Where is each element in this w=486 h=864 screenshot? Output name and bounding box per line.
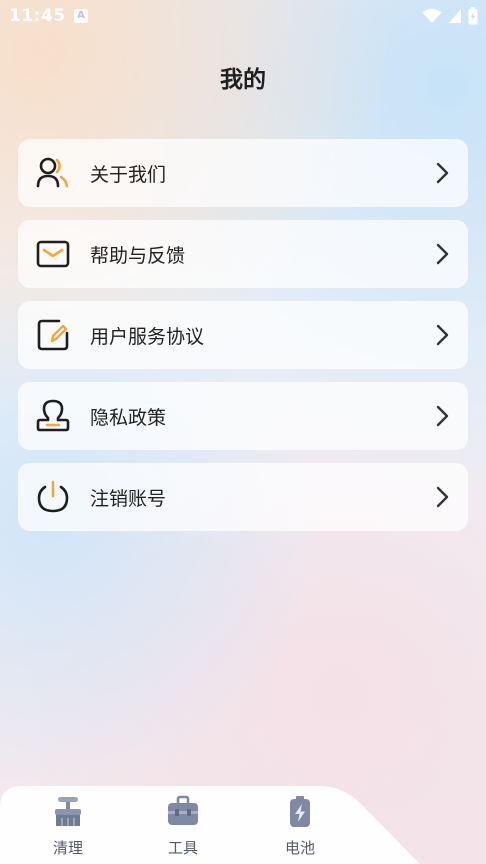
chevron-right-icon <box>436 486 449 508</box>
person-stamp-icon <box>35 398 71 434</box>
menu-item-about-us[interactable]: 关于我们 <box>18 139 468 207</box>
toolbox-icon <box>168 795 198 825</box>
battery-bolt-icon <box>290 796 310 827</box>
menu-item-label: 注销账号 <box>90 487 167 510</box>
nav-label: 清理 <box>52 839 83 857</box>
people-icon <box>35 155 71 191</box>
signal-icon <box>449 9 461 23</box>
status-bar: 11:45 A <box>0 0 486 34</box>
nav-item-tools[interactable]: 工具 <box>148 794 218 858</box>
status-icons <box>422 7 478 25</box>
power-icon <box>35 479 71 515</box>
wifi-icon <box>422 8 442 23</box>
menu-item-label: 关于我们 <box>90 163 167 186</box>
settings-menu: 关于我们 帮助与反馈 用户服务协议 隐私政策 注销账号 <box>18 139 468 544</box>
battery-icon <box>468 7 478 25</box>
menu-item-label: 隐私政策 <box>90 406 167 429</box>
document-edit-icon <box>35 317 71 353</box>
page-title: 我的 <box>220 67 266 93</box>
chevron-right-icon <box>436 405 449 427</box>
broom-icon <box>55 797 81 826</box>
menu-item-user-agreement[interactable]: 用户服务协议 <box>18 301 468 369</box>
bottom-nav: 清理 工具 电池 <box>0 786 486 864</box>
envelope-icon <box>35 236 71 272</box>
menu-item-delete-account[interactable]: 注销账号 <box>18 463 468 531</box>
nav-label: 工具 <box>167 839 198 857</box>
nav-item-battery[interactable]: 电池 <box>265 794 335 858</box>
chevron-right-icon <box>436 324 449 346</box>
chevron-right-icon <box>436 162 449 184</box>
menu-item-label: 用户服务协议 <box>90 325 205 348</box>
status-time: 11:45 <box>9 6 66 26</box>
nav-item-clean[interactable]: 清理 <box>33 794 103 858</box>
nav-label: 电池 <box>284 839 315 857</box>
menu-item-help-feedback[interactable]: 帮助与反馈 <box>18 220 468 288</box>
a-notification-icon: A <box>74 9 88 23</box>
menu-item-label: 帮助与反馈 <box>90 244 186 267</box>
menu-item-privacy-policy[interactable]: 隐私政策 <box>18 382 468 450</box>
chevron-right-icon <box>436 243 449 265</box>
